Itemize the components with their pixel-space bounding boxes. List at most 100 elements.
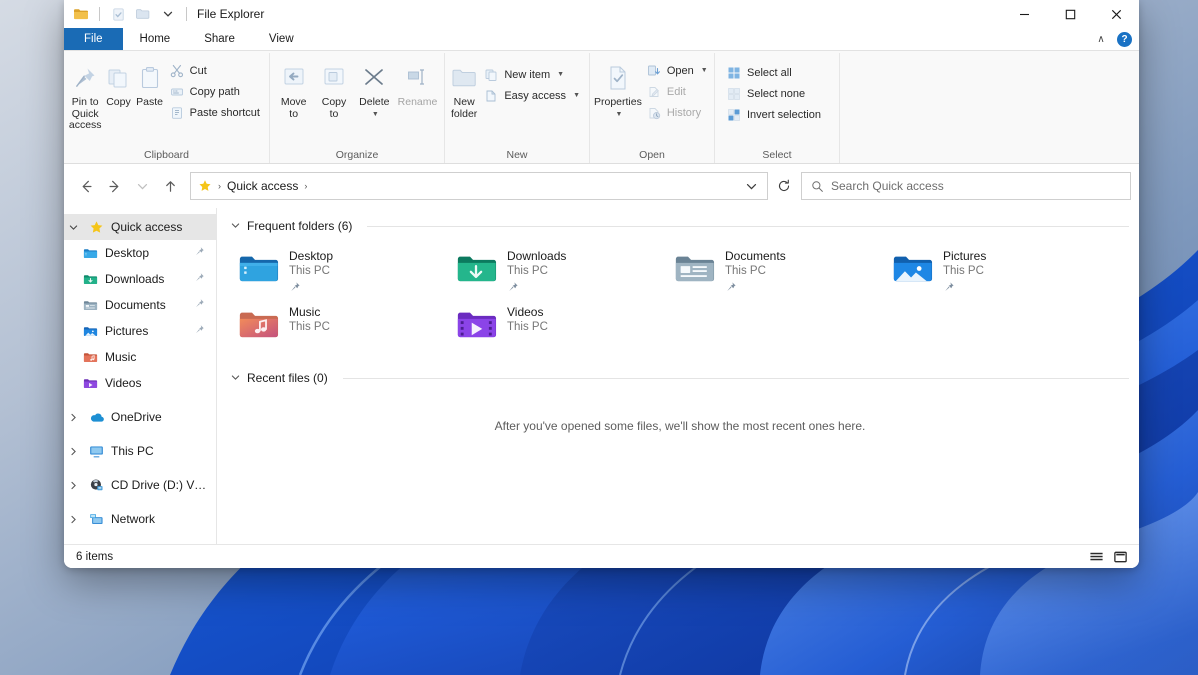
properties-caret-icon[interactable]: ▼: [615, 111, 622, 118]
breadcrumb-separator-1[interactable]: ›: [302, 181, 309, 191]
sidebar-item-desktop[interactable]: Desktop: [64, 240, 216, 266]
new-item-icon: [483, 67, 499, 83]
folder-icon[interactable]: [70, 3, 92, 25]
pin-to-quick-access-button[interactable]: Pin to Quick access: [68, 58, 102, 132]
folder-tile-location: This PC: [507, 321, 548, 333]
properties-button[interactable]: Properties ▼: [594, 58, 642, 118]
new-item-button[interactable]: New item ▼: [480, 64, 585, 85]
tab-home[interactable]: Home: [122, 28, 188, 50]
address-bar[interactable]: › Quick access ›: [190, 172, 768, 200]
properties-icon: [605, 61, 631, 95]
new-folder-button[interactable]: New folder: [449, 58, 479, 120]
details-view-button[interactable]: [1085, 547, 1107, 567]
forward-button[interactable]: [100, 172, 128, 200]
up-button[interactable]: [156, 172, 184, 200]
recent-files-header[interactable]: Recent files (0): [231, 371, 1129, 385]
select-none-icon: [726, 86, 742, 102]
copy-label: Copy: [106, 96, 131, 108]
delete-caret-icon[interactable]: ▼: [372, 111, 379, 118]
sidebar-item-documents[interactable]: Documents: [64, 292, 216, 318]
folder-tile-music[interactable]: Music This PC: [231, 299, 449, 355]
chevron-down-icon[interactable]: [157, 3, 179, 25]
open-caret-icon[interactable]: ▼: [701, 67, 708, 74]
recent-files-heading: Recent files (0): [247, 371, 328, 385]
folder-tile-pictures[interactable]: Pictures This PC: [885, 243, 1103, 299]
easy-access-button[interactable]: Easy access ▼: [480, 85, 585, 106]
copy-path-button[interactable]: Copy path: [166, 81, 265, 102]
folder-tile-desktop[interactable]: Desktop This PC: [231, 243, 449, 299]
delete-button[interactable]: Delete ▼: [355, 58, 394, 118]
chevron-right-icon[interactable]: [64, 413, 82, 422]
open-label: Open: [666, 64, 694, 77]
sidebar-item-pictures[interactable]: Pictures: [64, 318, 216, 344]
new-item-caret-icon[interactable]: ▼: [557, 71, 564, 78]
tab-view[interactable]: View: [251, 28, 311, 50]
sidebar-label-desktop: Desktop: [105, 246, 150, 260]
select-none-button[interactable]: Select none: [723, 83, 826, 104]
chevron-down-icon[interactable]: [231, 221, 241, 232]
view-mode-buttons: [1085, 547, 1131, 567]
new-folder-icon[interactable]: [132, 3, 154, 25]
navigation-pane[interactable]: Quick access Desktop Downloads Documents…: [64, 208, 217, 544]
folder-tile-videos[interactable]: Videos This PC: [449, 299, 667, 355]
select-all-button[interactable]: Select all: [723, 62, 826, 83]
invert-selection-button[interactable]: Invert selection: [723, 104, 826, 125]
sidebar-item-quick-access[interactable]: Quick access: [64, 214, 216, 240]
search-box[interactable]: Search Quick access: [801, 172, 1131, 200]
breadcrumb-item-quick-access[interactable]: Quick access: [227, 179, 298, 193]
help-button[interactable]: ?: [1117, 31, 1132, 47]
tab-share[interactable]: Share: [187, 28, 252, 50]
chevron-down-icon[interactable]: [64, 223, 82, 232]
open-button[interactable]: Open ▼: [643, 60, 713, 81]
open-icon: [646, 63, 662, 79]
copy-to-button[interactable]: Copy to: [314, 58, 353, 120]
tab-file[interactable]: File: [64, 28, 123, 50]
sidebar-item-network[interactable]: Network: [64, 506, 216, 532]
cut-button[interactable]: Cut: [166, 60, 265, 81]
chevron-right-icon[interactable]: [64, 447, 82, 456]
chevron-down-icon[interactable]: [231, 373, 241, 384]
close-button[interactable]: [1093, 0, 1139, 28]
easy-access-label: Easy access: [504, 89, 567, 102]
frequent-folders-header[interactable]: Frequent folders (6): [231, 219, 1129, 233]
move-to-button[interactable]: Move to: [274, 58, 313, 120]
recent-locations-button[interactable]: [128, 172, 156, 200]
sidebar-item-videos[interactable]: Videos: [64, 370, 216, 396]
large-icons-view-button[interactable]: [1109, 547, 1131, 567]
folder-tile-name: Music: [289, 305, 321, 319]
delete-label: Delete: [359, 96, 390, 108]
easy-access-icon: [483, 88, 499, 104]
downloads-folder-icon: [82, 272, 99, 287]
sidebar-item-music[interactable]: Music: [64, 344, 216, 370]
pin-icon: [507, 280, 566, 298]
folder-tile-name: Documents: [725, 249, 786, 263]
back-button[interactable]: [72, 172, 100, 200]
chevron-right-icon[interactable]: [64, 481, 82, 490]
minimize-button[interactable]: [1001, 0, 1047, 28]
sidebar-item-cd-drive[interactable]: CD Drive (D:) VirtualB: [64, 472, 216, 498]
search-input[interactable]: Search Quick access: [831, 179, 944, 193]
history-icon: [646, 105, 662, 121]
paste-button[interactable]: Paste: [135, 58, 165, 109]
refresh-button[interactable]: [770, 172, 798, 200]
move-to-icon: [281, 61, 307, 95]
address-dropdown-icon[interactable]: [739, 174, 763, 198]
maximize-button[interactable]: [1047, 0, 1093, 28]
history-label: History: [666, 106, 702, 119]
rename-button[interactable]: Rename: [395, 58, 440, 109]
paste-shortcut-button[interactable]: Paste shortcut: [166, 102, 265, 123]
collapse-ribbon-icon[interactable]: ∧: [1093, 34, 1109, 45]
folder-tile-documents[interactable]: Documents This PC: [667, 243, 885, 299]
sidebar-label-music: Music: [105, 350, 137, 364]
folder-tile-downloads[interactable]: Downloads This PC: [449, 243, 667, 299]
sidebar-item-downloads[interactable]: Downloads: [64, 266, 216, 292]
easy-access-caret-icon[interactable]: ▼: [573, 92, 580, 99]
sidebar-label-quick-access: Quick access: [111, 220, 183, 234]
chevron-right-icon[interactable]: [64, 515, 82, 524]
sidebar-item-this-pc[interactable]: This PC: [64, 438, 216, 464]
properties-icon[interactable]: [107, 3, 129, 25]
sidebar-item-onedrive[interactable]: OneDrive: [64, 404, 216, 430]
frequent-folders-heading: Frequent folders (6): [247, 219, 353, 233]
folder-tile-name: Desktop: [289, 249, 334, 263]
copy-button[interactable]: Copy: [103, 58, 133, 109]
